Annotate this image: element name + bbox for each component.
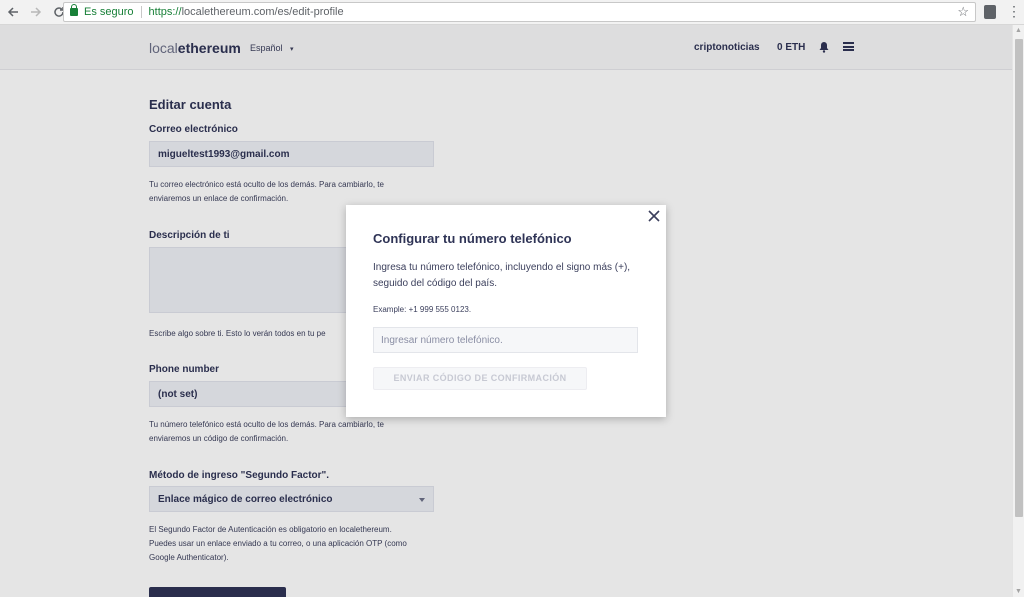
modal-title: Configurar tu número telefónico	[373, 231, 572, 246]
arrow-left-icon	[7, 7, 18, 17]
arrow-right-icon	[31, 7, 42, 17]
phone-example: Example: +1 999 555 0123.	[373, 305, 472, 314]
page-scrollbar[interactable]: ▲ ▼	[1012, 25, 1024, 597]
modal-description: Ingresa tu número telefónico, incluyendo…	[373, 262, 631, 289]
address-separator	[140, 6, 142, 18]
lock-icon	[70, 4, 78, 16]
phone-setup-modal: Configurar tu número telefónico Ingresa …	[346, 205, 666, 417]
close-icon[interactable]	[648, 210, 660, 222]
url-path: localethereum.com/es/edit-profile	[181, 6, 344, 18]
star-icon[interactable]: ☆	[957, 4, 969, 20]
send-confirmation-code-button[interactable]: ENVIAR CÓDIGO DE CONFIRMACIÓN	[373, 367, 587, 390]
more-vert-icon[interactable]: ⋮	[1007, 4, 1021, 18]
browser-toolbar: Es seguro https://localethereum.com/es/e…	[0, 0, 1024, 25]
page-content: localethereum Español ▾ criptonoticias 0…	[0, 25, 1012, 597]
phone-number-input[interactable]	[373, 327, 638, 353]
shield-icon[interactable]	[984, 5, 996, 19]
scrollbar-thumb[interactable]	[1015, 39, 1023, 517]
scroll-down-arrow-icon[interactable]: ▼	[1015, 588, 1022, 595]
scroll-up-arrow-icon[interactable]: ▲	[1015, 27, 1022, 34]
url-scheme: https://	[148, 6, 182, 18]
secure-label: Es seguro	[84, 6, 134, 18]
address-bar[interactable]: Es seguro https://localethereum.com/es/e…	[63, 2, 976, 22]
back-button[interactable]	[3, 2, 23, 22]
forward-button[interactable]	[26, 2, 46, 22]
